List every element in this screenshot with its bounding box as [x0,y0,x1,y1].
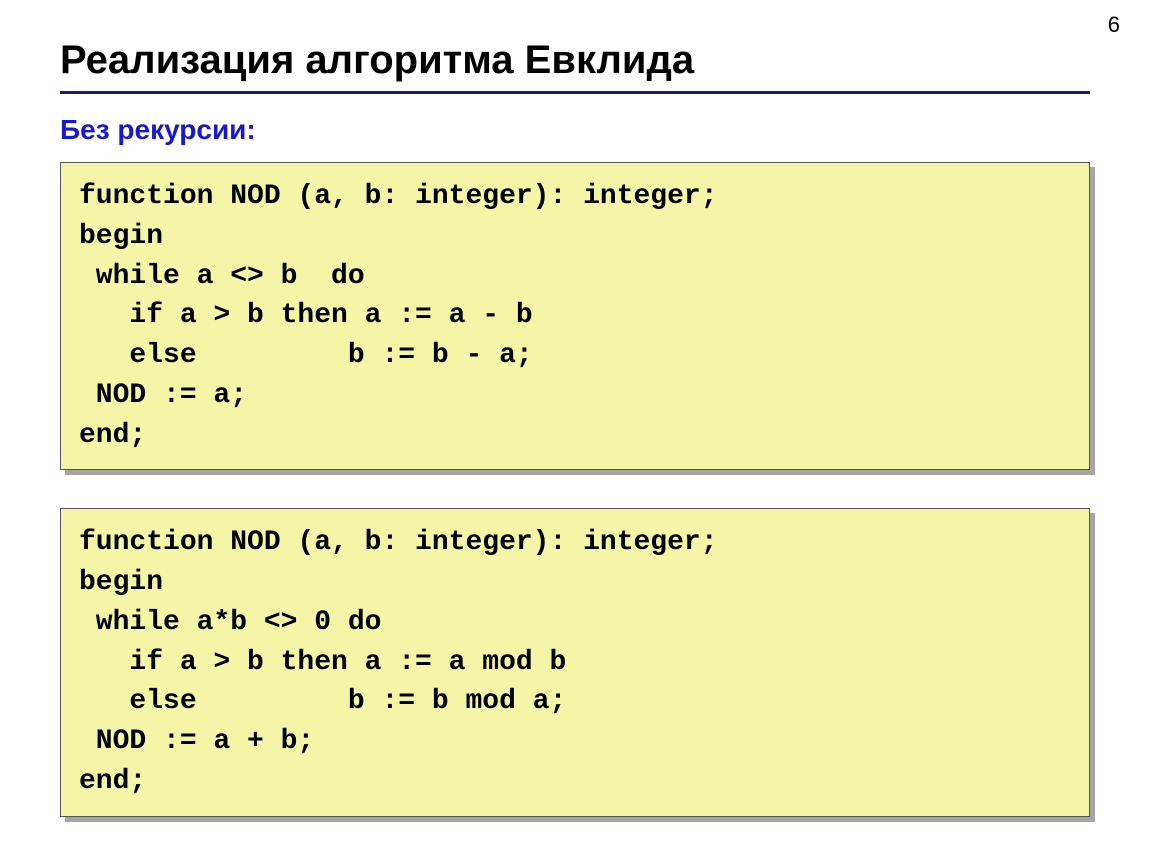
code-block-modulo: function NOD (a, b: integer): integer; b… [60,508,1090,816]
code-block-subtraction: function NOD (a, b: integer): integer; b… [60,162,1090,470]
title-underline [60,91,1090,94]
slide-title: Реализация алгоритма Евклида [60,38,1090,83]
page-number: 6 [1108,12,1120,38]
subtitle: Без рекурсии: [60,114,1090,146]
